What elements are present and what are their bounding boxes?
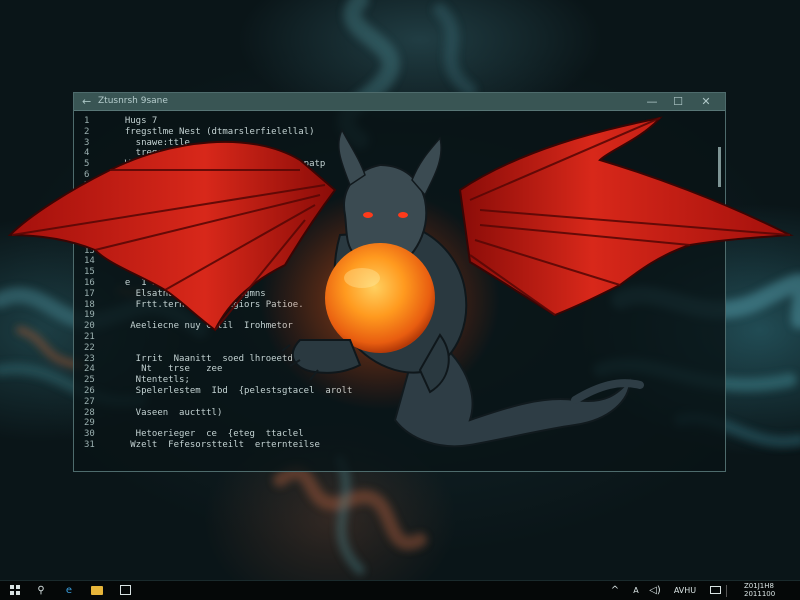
clock[interactable]: Z01J1H8 2011100	[744, 582, 796, 600]
tray-divider	[726, 585, 727, 597]
store-icon	[119, 585, 131, 595]
volume-icon[interactable]: ◁)	[648, 583, 662, 599]
tray-a-icon[interactable]: A	[630, 583, 642, 599]
battery-icon[interactable]	[708, 583, 722, 599]
clock-date: 2011100	[744, 590, 776, 598]
clock-time: Z01J1H8	[744, 582, 774, 590]
tray-chevron-icon[interactable]: ^	[608, 583, 622, 599]
windows-logo-icon	[10, 585, 20, 595]
start-button[interactable]	[6, 583, 24, 599]
dragon-illustration	[7, 116, 794, 448]
taskbar: ⚲ e ^ A ◁) AVHU Z01J1H8 2011100	[0, 580, 800, 600]
browser-button[interactable]: e	[60, 583, 78, 599]
folder-icon	[91, 585, 103, 595]
search-button[interactable]: ⚲	[32, 583, 50, 599]
language-indicator[interactable]: AVHU	[668, 583, 702, 599]
file-explorer-button[interactable]	[88, 583, 106, 599]
desktop-wallpaper: ← Ztusnrsh 9sane — ☐ ✕ 1 Hugs 72 fregstl…	[0, 0, 800, 580]
store-button[interactable]	[116, 583, 134, 599]
